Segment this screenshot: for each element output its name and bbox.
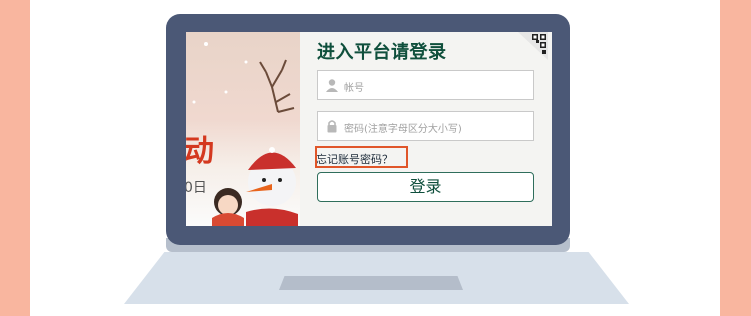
account-placeholder: 帐号 bbox=[344, 83, 364, 94]
right-side-bar bbox=[720, 0, 751, 316]
lock-icon bbox=[327, 120, 337, 133]
password-field[interactable]: 密码(注意字母区分大小写) bbox=[317, 111, 534, 141]
login-title: 进入平台请登录 bbox=[317, 42, 447, 63]
highlight-box bbox=[315, 146, 408, 168]
laptop-trackpad bbox=[279, 276, 463, 290]
qr-code-icon[interactable] bbox=[518, 32, 548, 60]
password-placeholder: 密码(注意字母区分大小写) bbox=[344, 124, 462, 135]
hero-date: 0日 bbox=[186, 180, 207, 196]
user-icon bbox=[326, 79, 338, 92]
hero-image: 动 0日 bbox=[186, 32, 300, 226]
login-button[interactable]: 登录 bbox=[317, 172, 534, 202]
laptop-screen: 动 0日 进入平台请登录 帐号 密码(注意字母区分大小写) 忘记账号密码？ 登录 bbox=[186, 32, 552, 226]
login-panel: 进入平台请登录 帐号 密码(注意字母区分大小写) 忘记账号密码？ 登录 bbox=[300, 32, 552, 226]
account-field[interactable]: 帐号 bbox=[317, 70, 534, 100]
left-side-bar bbox=[0, 0, 30, 316]
hero-caption: 动 bbox=[186, 134, 214, 169]
